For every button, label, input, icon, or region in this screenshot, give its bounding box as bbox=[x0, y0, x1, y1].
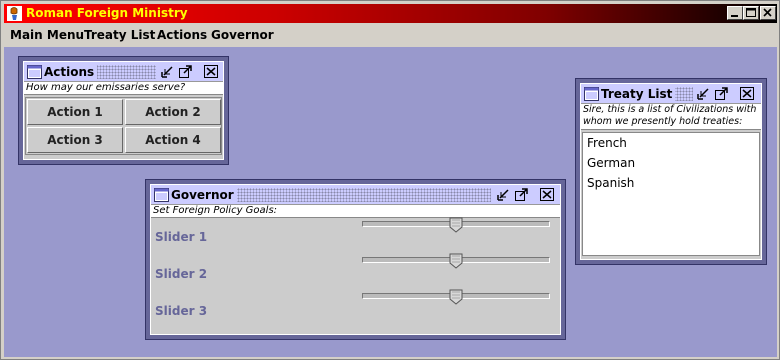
iconify-icon[interactable] bbox=[696, 87, 711, 101]
close-icon bbox=[763, 8, 772, 17]
action-1-button[interactable]: Action 1 bbox=[27, 99, 123, 125]
close-button[interactable] bbox=[760, 6, 776, 20]
app-icon[interactable] bbox=[7, 6, 22, 21]
slider-thumb[interactable] bbox=[449, 253, 463, 269]
menubar: Main Menu Treaty List Actions Governor bbox=[4, 24, 777, 46]
slider-thumb[interactable] bbox=[449, 289, 463, 305]
governor-window[interactable]: Governor Set Foreign Policy Goals: Slide… bbox=[145, 179, 566, 340]
window-icon bbox=[154, 188, 169, 202]
slider-3-label: Slider 3 bbox=[155, 304, 208, 318]
slider-2-label: Slider 2 bbox=[155, 267, 208, 281]
app-titlebar[interactable]: Roman Foreign Ministry bbox=[4, 4, 777, 23]
menu-actions[interactable]: Actions bbox=[157, 28, 207, 42]
menu-governor[interactable]: Governor bbox=[211, 28, 274, 42]
maximize-icon bbox=[746, 8, 756, 17]
governor-prompt: Set Foreign Policy Goals: bbox=[151, 205, 560, 218]
actions-button-grid: Action 1 Action 2 Action 3 Action 4 bbox=[25, 97, 222, 155]
minimize-button[interactable] bbox=[727, 6, 743, 20]
governor-title: Governor bbox=[171, 188, 237, 202]
list-item[interactable]: Spanish bbox=[587, 176, 634, 190]
actions-title: Actions bbox=[44, 65, 98, 79]
window-icon bbox=[584, 87, 599, 101]
close-icon[interactable] bbox=[740, 87, 755, 101]
app-window: Roman Foreign Ministry Main Menu Treaty … bbox=[0, 0, 780, 360]
list-item[interactable]: French bbox=[587, 136, 627, 150]
maximize-icon[interactable] bbox=[178, 65, 193, 79]
action-4-button[interactable]: Action 4 bbox=[125, 127, 221, 153]
treaty-titlebar[interactable]: Treaty List bbox=[581, 84, 761, 104]
close-icon[interactable] bbox=[204, 65, 219, 79]
treaty-list[interactable]: French German Spanish bbox=[582, 132, 760, 256]
actions-prompt: How may our emissaries serve? bbox=[24, 82, 223, 95]
treaty-title: Treaty List bbox=[601, 87, 676, 101]
iconify-icon[interactable] bbox=[496, 188, 511, 202]
window-icon bbox=[27, 65, 42, 79]
governor-titlebar[interactable]: Governor bbox=[151, 185, 560, 205]
treaty-list-window[interactable]: Treaty List Sire, this is a list of Civi… bbox=[575, 78, 767, 265]
iconify-icon[interactable] bbox=[160, 65, 175, 79]
close-icon[interactable] bbox=[540, 188, 555, 202]
slider-1-label: Slider 1 bbox=[155, 230, 208, 244]
treaty-prompt: Sire, this is a list of Civilizations wi… bbox=[581, 104, 761, 130]
action-2-button[interactable]: Action 2 bbox=[125, 99, 221, 125]
maximize-icon[interactable] bbox=[514, 188, 529, 202]
action-3-button[interactable]: Action 3 bbox=[27, 127, 123, 153]
menu-treaty-list[interactable]: Treaty List bbox=[84, 28, 155, 42]
desktop-pane: Actions How may our emissaries serve? Ac… bbox=[4, 47, 777, 357]
slider-thumb[interactable] bbox=[449, 217, 463, 233]
list-item[interactable]: German bbox=[587, 156, 635, 170]
treaty-prompt-line-1: Sire, this is a list of Civilizations wi… bbox=[583, 104, 757, 115]
menu-main[interactable]: Main Menu bbox=[10, 28, 84, 42]
maximize-icon[interactable] bbox=[714, 87, 729, 101]
actions-titlebar[interactable]: Actions bbox=[24, 62, 223, 82]
actions-window[interactable]: Actions How may our emissaries serve? Ac… bbox=[18, 56, 229, 165]
maximize-button[interactable] bbox=[743, 6, 759, 20]
minimize-icon bbox=[731, 15, 738, 17]
app-title: Roman Foreign Ministry bbox=[26, 6, 188, 20]
treaty-prompt-line-2: whom we presently hold treaties: bbox=[583, 116, 743, 127]
